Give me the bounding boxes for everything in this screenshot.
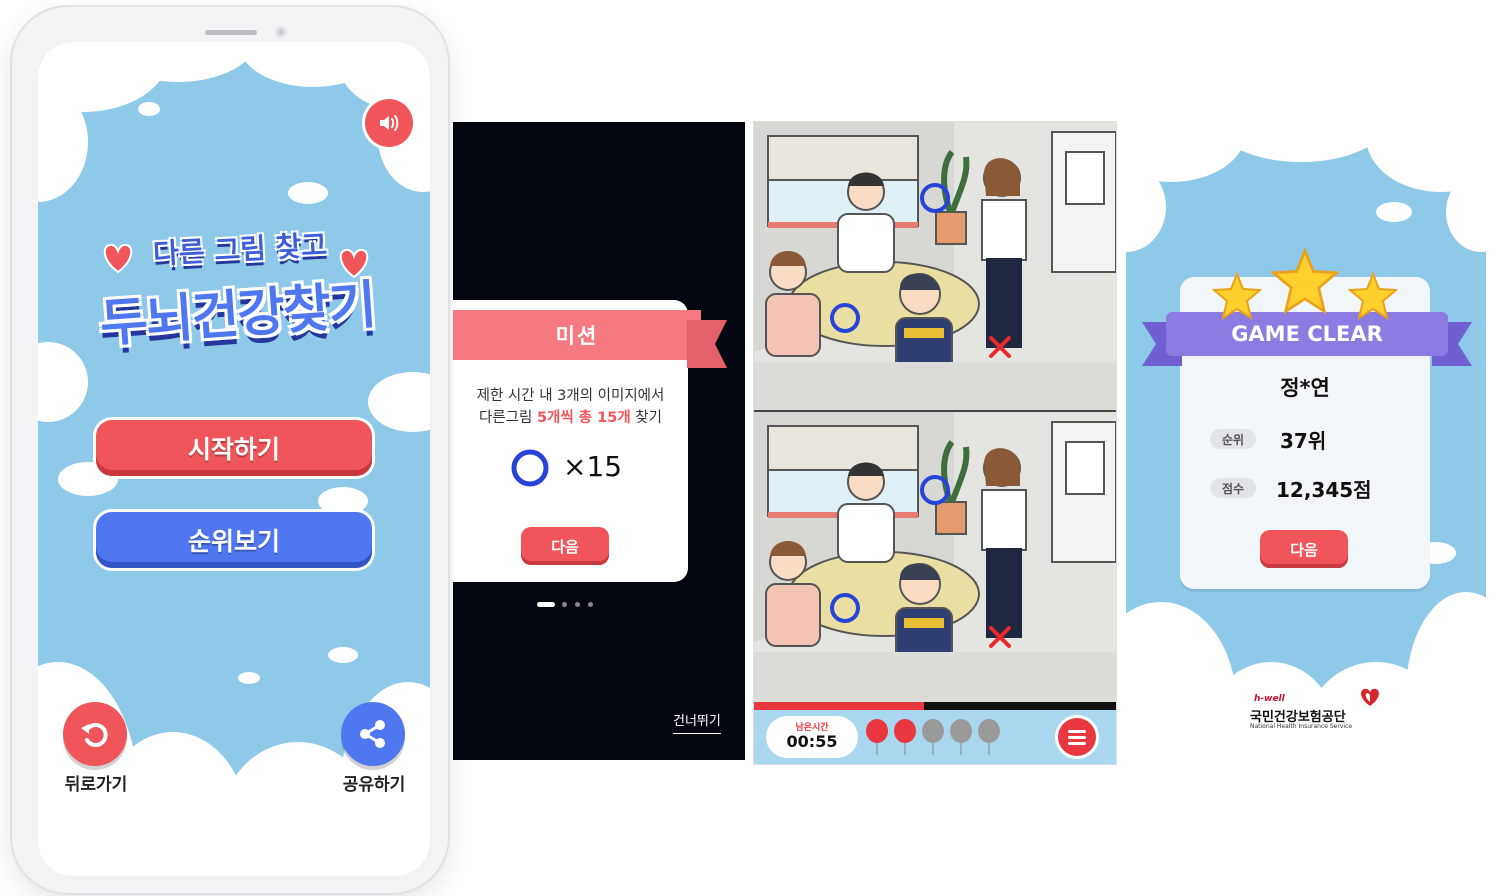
sound-icon	[380, 115, 399, 131]
title-screen: 다른 그림 찾고 두뇌건강찾기 시작하기 순위보기 뒤로가기 공유하기	[38, 42, 430, 876]
score-value: 12,345점	[1276, 478, 1372, 502]
ranking-button[interactable]: 순위보기	[96, 512, 372, 568]
balloon-gray-icon	[950, 719, 972, 755]
page-dot	[562, 602, 567, 607]
mission-next-button[interactable]: 다음	[521, 527, 609, 565]
balloon-row	[864, 718, 1004, 758]
phone-camera	[275, 26, 287, 38]
mission-line-2-prefix: 다른그림	[479, 410, 537, 426]
ribbon-tail	[687, 320, 727, 368]
mission-count: ×15	[563, 450, 623, 483]
heart-logo-icon	[1361, 688, 1379, 706]
skip-link[interactable]: 건너뛰기	[673, 710, 721, 734]
page-dot	[575, 602, 580, 607]
balloon-gray-icon	[922, 719, 944, 755]
title-main: 두뇌건강찾기	[98, 275, 377, 355]
puzzle-image-bottom[interactable]	[754, 412, 1116, 702]
back-button[interactable]	[63, 702, 127, 766]
logo-hwell: h-well	[1254, 694, 1285, 704]
phone-speaker	[205, 30, 257, 35]
mission-line-1: 제한 시간 내 3개의 이미지에서	[476, 388, 665, 404]
star-right-icon	[1348, 272, 1398, 320]
puzzle-screen: 남은시간 00:55	[754, 122, 1116, 764]
back-label: 뒤로가기	[64, 775, 128, 795]
start-button[interactable]: 시작하기	[96, 420, 372, 476]
balloon-red-icon	[866, 719, 888, 755]
page-indicator	[535, 602, 595, 608]
share-icon	[360, 720, 385, 748]
time-value: 00:55	[786, 732, 838, 751]
page-dot-active	[537, 602, 555, 607]
menu-button[interactable]	[1058, 718, 1096, 756]
player-name: 정*연	[1280, 376, 1330, 400]
circle-mark-icon	[511, 449, 549, 487]
time-progress-track	[754, 702, 1116, 710]
star-center-icon	[1270, 248, 1340, 314]
logo-english-name: National Health Insurance Service	[1250, 723, 1353, 730]
balloon-red-icon	[894, 719, 916, 755]
back-arrow-icon	[81, 723, 108, 747]
mission-highlight: 5개씩 총 15개	[536, 410, 631, 426]
rank-value: 37위	[1280, 429, 1327, 453]
balloon-gray-icon	[978, 719, 1000, 755]
sound-button[interactable]	[365, 99, 413, 147]
mission-line-2-suffix: 찾기	[630, 410, 662, 426]
game-clear-screen: GAME CLEAR 정*연 순위 37위 점수 12,345점 다음 h-we…	[1126, 122, 1486, 760]
game-clear-title: GAME CLEAR	[1166, 312, 1448, 356]
menu-icon	[1068, 730, 1086, 745]
mission-line-2: 다른그림 5개씩 총 15개 찾기	[453, 406, 688, 427]
share-button[interactable]	[341, 702, 405, 766]
score-label: 점수	[1210, 478, 1256, 498]
time-progress-fill	[754, 702, 925, 710]
page-dot	[588, 602, 593, 607]
puzzle-status-bar: 남은시간 00:55	[754, 710, 1116, 764]
nhis-logo: h-well 국민건강보험공단 National Health Insuranc…	[1246, 684, 1396, 734]
clear-next-button[interactable]: 다음	[1260, 530, 1348, 568]
mission-title: 미션	[453, 310, 701, 360]
puzzle-image-top[interactable]	[754, 122, 1116, 412]
star-left-icon	[1212, 272, 1262, 320]
mission-screen: 미션 제한 시간 내 3개의 이미지에서 다른그림 5개씩 총 15개 찾기 ×…	[453, 122, 745, 760]
rank-label: 순위	[1210, 429, 1256, 449]
share-label: 공유하기	[342, 775, 406, 795]
